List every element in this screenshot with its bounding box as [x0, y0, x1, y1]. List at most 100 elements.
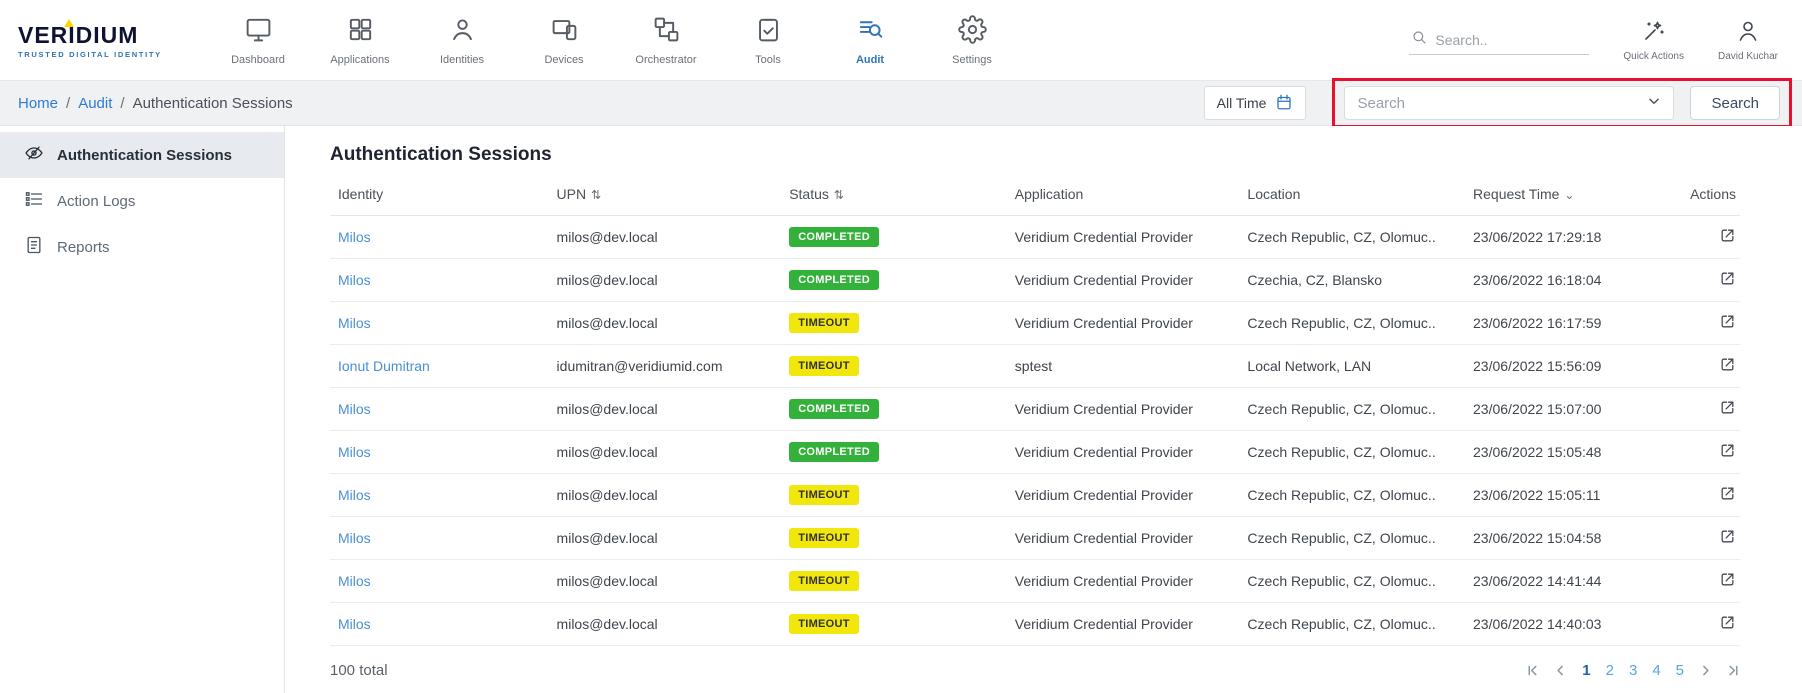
- chevron-down-icon: [1647, 94, 1661, 113]
- pagination-page[interactable]: 5: [1676, 662, 1684, 679]
- total-count: 100 total: [330, 662, 388, 679]
- open-session-icon[interactable]: [1719, 270, 1736, 290]
- application-cell: Veridium Credential Provider: [1007, 474, 1240, 517]
- request-time-cell: 23/06/2022 15:05:48: [1465, 431, 1662, 474]
- table-header-row: Identity UPN⇅ Status⇅ Application Locati…: [330, 172, 1740, 216]
- status-badge: TIMEOUT: [789, 313, 859, 333]
- location-cell: Czech Republic, CZ, Olomuc..: [1239, 302, 1465, 345]
- nav-item-devices[interactable]: Devices: [532, 15, 596, 66]
- table-row: Milos milos@dev.local COMPLETED Veridium…: [330, 216, 1740, 259]
- nav-item-orchestrator[interactable]: Orchestrator: [634, 15, 698, 66]
- nav-label: Tools: [755, 54, 781, 66]
- sidebar-item-label: Action Logs: [57, 193, 135, 210]
- identity-link[interactable]: Ionut Dumitran: [338, 358, 430, 374]
- calendar-icon: [1275, 93, 1293, 114]
- sessions-table-body: Milos milos@dev.local COMPLETED Veridium…: [330, 216, 1740, 646]
- location-cell: Czech Republic, CZ, Olomuc..: [1239, 517, 1465, 560]
- identity-link[interactable]: Milos: [338, 573, 371, 589]
- applications-icon: [346, 15, 375, 49]
- col-request-time[interactable]: Request Time⌄: [1465, 172, 1662, 216]
- request-time-cell: 23/06/2022 15:56:09: [1465, 345, 1662, 388]
- first-page-icon[interactable]: [1526, 664, 1539, 677]
- identity-link[interactable]: Milos: [338, 530, 371, 546]
- last-page-icon[interactable]: [1727, 664, 1740, 677]
- quick-actions-button[interactable]: Quick Actions: [1623, 19, 1684, 62]
- identity-link[interactable]: Milos: [338, 444, 371, 460]
- identity-link[interactable]: Milos: [338, 487, 371, 503]
- sidebar-item-reports[interactable]: Reports: [0, 224, 284, 270]
- filter-group: All Time Search Search: [1204, 78, 1792, 128]
- document-icon: [24, 235, 44, 259]
- veridium-logo[interactable]: VERIDIUM TRUSTED DIGITAL IDENTITY: [18, 22, 178, 59]
- identity-link[interactable]: Milos: [338, 401, 371, 417]
- sessions-table: Identity UPN⇅ Status⇅ Application Locati…: [330, 172, 1740, 646]
- nav-item-dashboard[interactable]: Dashboard: [226, 15, 290, 66]
- search-filter-dropdown[interactable]: Search: [1344, 86, 1674, 120]
- breadcrumb-home-link[interactable]: Home: [18, 95, 58, 112]
- logo-tagline: TRUSTED DIGITAL IDENTITY: [18, 50, 178, 59]
- nav-item-settings[interactable]: Settings: [940, 15, 1004, 66]
- open-session-icon[interactable]: [1719, 227, 1736, 247]
- table-footer: 100 total 12345: [330, 662, 1740, 679]
- breadcrumb: Home / Audit / Authentication Sessions: [18, 95, 293, 112]
- global-search[interactable]: [1409, 25, 1589, 55]
- nav-item-identities[interactable]: Identities: [430, 15, 494, 66]
- open-session-icon[interactable]: [1719, 528, 1736, 548]
- open-session-icon[interactable]: [1719, 399, 1736, 419]
- status-badge: COMPLETED: [789, 399, 879, 419]
- location-cell: Czech Republic, CZ, Olomuc..: [1239, 603, 1465, 646]
- application-cell: Veridium Credential Provider: [1007, 603, 1240, 646]
- pagination-page[interactable]: 1: [1582, 662, 1590, 679]
- sidebar-item-label: Authentication Sessions: [57, 147, 232, 164]
- open-session-icon[interactable]: [1719, 356, 1736, 376]
- location-cell: Czech Republic, CZ, Olomuc..: [1239, 560, 1465, 603]
- identity-link[interactable]: Milos: [338, 616, 371, 632]
- global-search-input[interactable]: [1435, 32, 1587, 48]
- open-session-icon[interactable]: [1719, 313, 1736, 333]
- application-cell: sptest: [1007, 345, 1240, 388]
- breadcrumb-audit-link[interactable]: Audit: [78, 95, 112, 112]
- nav-label: Orchestrator: [635, 54, 696, 66]
- page-body: Authentication Sessions Action Logs Repo…: [0, 126, 1802, 693]
- identity-link[interactable]: Milos: [338, 229, 371, 245]
- identities-icon: [448, 15, 477, 49]
- pagination-page[interactable]: 2: [1606, 662, 1614, 679]
- header-right: Quick Actions David Kuchar: [1409, 19, 1778, 62]
- sort-icon: ⇅: [834, 188, 844, 202]
- quick-actions-label: Quick Actions: [1623, 51, 1684, 62]
- user-menu[interactable]: David Kuchar: [1718, 19, 1778, 62]
- table-row: Milos milos@dev.local COMPLETED Veridium…: [330, 431, 1740, 474]
- open-session-icon[interactable]: [1719, 485, 1736, 505]
- open-session-icon[interactable]: [1719, 442, 1736, 462]
- time-range-button[interactable]: All Time: [1204, 86, 1307, 120]
- request-time-cell: 23/06/2022 15:07:00: [1465, 388, 1662, 431]
- request-time-cell: 23/06/2022 17:29:18: [1465, 216, 1662, 259]
- pagination-page[interactable]: 3: [1629, 662, 1637, 679]
- open-session-icon[interactable]: [1719, 571, 1736, 591]
- list-icon: [24, 189, 44, 213]
- nav-item-tools[interactable]: Tools: [736, 15, 800, 66]
- table-row: Milos milos@dev.local TIMEOUT Veridium C…: [330, 560, 1740, 603]
- search-button[interactable]: Search: [1690, 86, 1780, 120]
- location-cell: Czechia, CZ, Blansko: [1239, 259, 1465, 302]
- upn-cell: milos@dev.local: [549, 302, 782, 345]
- table-row: Milos milos@dev.local COMPLETED Veridium…: [330, 388, 1740, 431]
- identity-link[interactable]: Milos: [338, 272, 371, 288]
- prev-page-icon[interactable]: [1554, 664, 1567, 677]
- identity-link[interactable]: Milos: [338, 315, 371, 331]
- pagination-page[interactable]: 4: [1652, 662, 1660, 679]
- sidebar-item-authentication-sessions[interactable]: Authentication Sessions: [0, 132, 284, 178]
- request-time-cell: 23/06/2022 14:41:44: [1465, 560, 1662, 603]
- next-page-icon[interactable]: [1699, 664, 1712, 677]
- col-application: Application: [1007, 172, 1240, 216]
- nav-item-applications[interactable]: Applications: [328, 15, 392, 66]
- col-upn[interactable]: UPN⇅: [549, 172, 782, 216]
- open-session-icon[interactable]: [1719, 614, 1736, 634]
- col-status[interactable]: Status⇅: [781, 172, 1007, 216]
- request-time-cell: 23/06/2022 14:40:03: [1465, 603, 1662, 646]
- application-cell: Veridium Credential Provider: [1007, 431, 1240, 474]
- nav-label: Applications: [330, 54, 389, 66]
- col-actions: Actions: [1662, 172, 1740, 216]
- nav-item-audit[interactable]: Audit: [838, 15, 902, 66]
- sidebar-item-action-logs[interactable]: Action Logs: [0, 178, 284, 224]
